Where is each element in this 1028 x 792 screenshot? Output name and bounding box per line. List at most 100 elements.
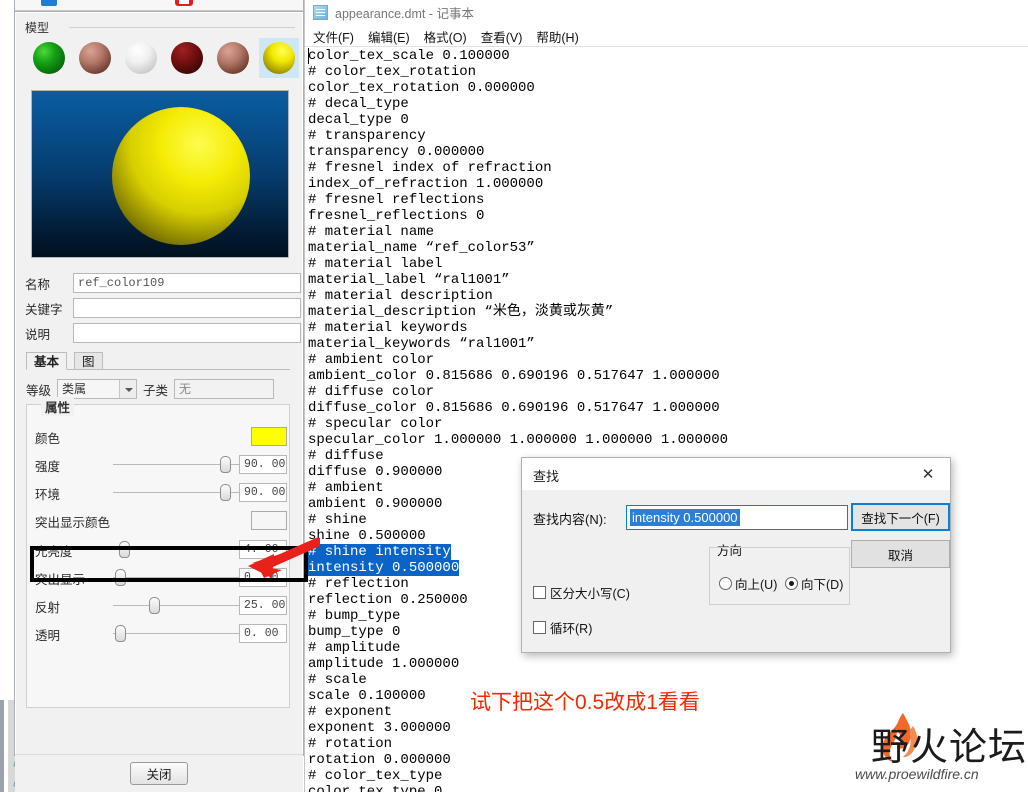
menu-view[interactable]: 查看(V): [481, 27, 523, 46]
red-arrow-annotation: [248, 537, 320, 578]
slider-thumb[interactable]: [149, 597, 160, 614]
menu-format[interactable]: 格式(O): [424, 27, 467, 46]
ambient-value[interactable]: 90. 00: [239, 483, 287, 502]
attr-row-transparency: 透明 0. 00: [35, 622, 287, 646]
material-swatch-yellow[interactable]: [259, 38, 299, 78]
match-case-label: 区分大小写(C): [550, 587, 630, 601]
tab-map[interactable]: 图: [74, 352, 103, 370]
dialog-footer: 关闭: [15, 754, 303, 792]
text-line: material_description “米色，淡黄或灰黄”: [308, 304, 614, 320]
transparency-slider[interactable]: [113, 625, 247, 642]
reflection-value[interactable]: 25. 00: [239, 596, 287, 615]
highlight-color-swatch-button[interactable]: [251, 511, 287, 530]
name-field-row: 名称 ref_color109: [25, 272, 301, 294]
menu-help[interactable]: 帮助(H): [536, 27, 578, 46]
intensity-value[interactable]: 90. 00: [239, 455, 287, 474]
radio-direction-down-label: 向下(D): [801, 578, 844, 592]
close-icon[interactable]: ✕: [906, 458, 950, 489]
keywords-input[interactable]: [73, 298, 301, 318]
material-preview: [31, 90, 289, 258]
attr-label-intensity: 强度: [35, 459, 61, 474]
menu-file[interactable]: 文件(F): [313, 27, 354, 46]
find-what-input[interactable]: intensity 0.500000: [626, 505, 848, 530]
sphere-thumb-icon: [217, 42, 249, 74]
close-button[interactable]: 关闭: [130, 762, 188, 785]
reflection-slider[interactable]: [113, 597, 247, 614]
text-line: material_name “ref_color53”: [308, 240, 535, 256]
radio-circle: [719, 577, 732, 590]
slider-thumb[interactable]: [119, 541, 130, 558]
find-next-button[interactable]: 查找下一个(F): [851, 503, 950, 531]
radio-direction-up[interactable]: 向上(U): [719, 574, 777, 593]
class-combo[interactable]: 类属: [57, 379, 138, 399]
material-swatch-green[interactable]: [29, 38, 69, 78]
text-line: material_label “ral1001”: [308, 272, 510, 288]
find-dialog-titlebar[interactable]: [522, 458, 950, 490]
transparency-value[interactable]: 0. 00: [239, 624, 287, 643]
material-swatch-brown-1[interactable]: [75, 38, 115, 78]
sphere-thumb-icon: [263, 42, 295, 74]
text-line: material_keywords “ral1001”: [308, 336, 535, 352]
sphere-thumb-icon: [33, 42, 65, 74]
slider-track: [113, 605, 247, 606]
notepad-text-area[interactable]: color_tex_scale 0.100000 # color_tex_rota…: [306, 48, 1026, 792]
window-title: appearance.dmt - 记事本: [335, 6, 474, 21]
description-field-label: 说明: [25, 327, 51, 342]
ambient-slider[interactable]: [113, 484, 247, 501]
text-line: fresnel_reflections 0: [308, 208, 485, 224]
wrap-around-label: 循环(R): [550, 622, 593, 636]
sphere-thumb-icon: [79, 42, 111, 74]
text-lines: color_tex_scale 0.100000 # color_tex_rota…: [308, 48, 1026, 792]
color-swatch-button[interactable]: [251, 427, 287, 446]
highlight-slider[interactable]: [113, 569, 247, 586]
preview-sphere: [112, 107, 250, 245]
attr-label-shine: 光亮度: [35, 544, 73, 559]
material-swatch-row: [29, 38, 299, 78]
subclass-combo[interactable]: 无: [174, 379, 275, 399]
material-swatch-darkred[interactable]: [167, 38, 207, 78]
shine-slider[interactable]: [113, 541, 247, 558]
material-swatch-brown-2[interactable]: [213, 38, 253, 78]
notepad-menubar: 文件(F) 编辑(E) 格式(O) 查看(V) 帮助(H): [305, 26, 1028, 46]
radio-direction-down[interactable]: 向下(D): [785, 574, 843, 593]
divider: [69, 27, 295, 28]
cancel-button[interactable]: 取消: [851, 540, 950, 568]
slider-thumb[interactable]: [220, 484, 231, 501]
material-swatch-white[interactable]: [121, 38, 161, 78]
description-input[interactable]: [73, 323, 301, 343]
sphere-thumb-icon: [171, 42, 203, 74]
divider: [305, 46, 1028, 47]
text-line: # specular color: [308, 416, 443, 432]
name-input[interactable]: ref_color109: [73, 273, 301, 293]
wrap-around-checkbox[interactable]: 循环(R): [533, 618, 592, 637]
find-what-label: 查找内容(N):: [533, 512, 607, 527]
match-case-checkbox[interactable]: 区分大小写(C): [533, 583, 630, 602]
checkbox-box: [533, 586, 546, 599]
intensity-slider[interactable]: [113, 456, 247, 473]
text-line: index_of_refraction 1.000000: [308, 176, 544, 192]
selected-text: # shine intensity: [308, 544, 451, 560]
radio-direction-up-label: 向上(U): [735, 578, 778, 592]
text-line: # material description: [308, 288, 493, 304]
text-line: color_tex_rotation 0.000000: [308, 80, 535, 96]
slider-track: [113, 577, 247, 578]
attr-label-highlight-color: 突出显示颜色: [35, 515, 111, 530]
tab-basic[interactable]: 基本: [26, 352, 68, 370]
sphere-thumb-icon: [125, 42, 157, 74]
chevron-down-icon[interactable]: [119, 380, 137, 398]
toolbar-blue-icon[interactable]: [41, 0, 57, 6]
slider-thumb[interactable]: [220, 456, 231, 473]
red-annotation-note: 试下把这个0.5改成1看看: [470, 691, 700, 714]
find-what-value: intensity 0.500000: [630, 509, 740, 526]
watermark: 野火论坛 www.proewildfire.cn: [855, 712, 1028, 786]
notepad-titlebar[interactable]: appearance.dmt - 记事本: [305, 0, 1028, 24]
menu-edit[interactable]: 编辑(E): [368, 27, 410, 46]
toolbar-red-icon[interactable]: [175, 0, 193, 6]
keywords-field-label: 关键字: [25, 302, 63, 317]
attr-row-intensity: 强度 90. 00: [35, 453, 287, 477]
text-line: amplitude 1.000000: [308, 656, 460, 672]
find-dialog-title: 查找: [533, 469, 560, 484]
text-line: # transparency: [308, 128, 426, 144]
slider-thumb[interactable]: [115, 569, 126, 586]
slider-thumb[interactable]: [115, 625, 126, 642]
